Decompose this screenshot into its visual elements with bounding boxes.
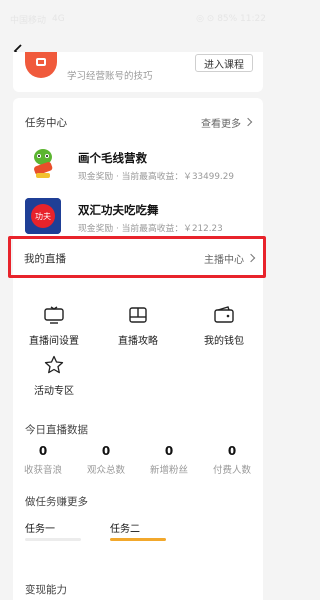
task-item[interactable]: 画个毛线营救 现金奖励 · 当前最高收益：￥33499.29 [25, 146, 251, 186]
chevron-right-icon [243, 117, 253, 127]
stat-value: 0 [101, 444, 111, 458]
network-type: 4G [52, 14, 65, 24]
enter-course-button[interactable]: 进入课程 [195, 54, 253, 72]
task-tab-one[interactable]: 任务一 [25, 520, 55, 535]
stat-item: 0 新增粉丝 [139, 444, 199, 476]
stat-label: 观众总数 [86, 465, 125, 476]
my-live-title: 我的直播 [24, 252, 66, 265]
course-promo-card: 学习经营账号的技巧 进入课程 [13, 52, 263, 92]
anchor-center-label: 主播中心 [204, 254, 244, 266]
task-reward: 现金奖励 · 当前最高收益：￥33499.29 [78, 172, 234, 182]
stat-label: 新增粉丝 [149, 465, 188, 476]
view-more-label: 查看更多 [201, 118, 241, 130]
star-icon [43, 354, 65, 376]
anchor-center-link[interactable]: 主播中心 [204, 251, 256, 266]
today-stats-title: 今日直播数据 [25, 424, 88, 436]
task-center-title: 任务中心 [25, 116, 67, 129]
task-one-progress-bar [25, 538, 81, 541]
promo-text: 学习经营账号的技巧 [67, 71, 153, 82]
status-left: 中国移动 4G [10, 13, 65, 26]
carrier-text: 中国移动 [10, 15, 47, 26]
stat-label: 付费人数 [212, 465, 251, 476]
course-icon [25, 52, 57, 78]
live-settings-icon [43, 304, 65, 326]
status-bar: 中国移动 4G ◎ ⊙ 85% 11:22 [0, 0, 276, 38]
earn-more-title: 做任务赚更多 [25, 496, 88, 508]
view-more-link[interactable]: 查看更多 [201, 115, 253, 130]
monetize-title: 变现能力 [25, 584, 67, 596]
task-tab-two[interactable]: 任务二 [110, 520, 140, 535]
task-center-header: 任务中心 查看更多 [25, 112, 253, 132]
status-icons: ◎ ⊙ 85% 11:22 [196, 14, 266, 24]
stat-item: 0 付费人数 [202, 444, 262, 476]
stat-value: 0 [227, 444, 237, 458]
wallet-icon [213, 304, 235, 326]
grid-item-guide[interactable]: 直播攻略 [98, 304, 178, 347]
monetize-card: 变现能力 [13, 568, 263, 600]
task-item[interactable]: 功夫 双汇功夫吃吃舞 现金奖励 · 当前最高收益：￥212.23 [25, 198, 251, 238]
stat-item: 0 收获音浪 [13, 444, 73, 476]
game-thumbnail-icon: 功夫 [25, 198, 61, 234]
grid-label: 直播间设置 [29, 336, 79, 347]
task-reward: 现金奖励 · 当前最高收益：￥212.23 [78, 224, 223, 234]
chevron-right-icon [246, 253, 256, 263]
grid-label: 我的钱包 [204, 336, 244, 347]
task-two-progress-bar [110, 538, 166, 541]
task-title: 双汇功夫吃吃舞 [78, 203, 159, 217]
my-live-header[interactable]: 我的直播 主播中心 [24, 248, 256, 268]
guide-book-icon [127, 304, 149, 326]
task-title: 画个毛线营救 [78, 151, 147, 165]
status-right: ◎ ⊙ 85% 11:22 [196, 14, 266, 24]
stat-value: 0 [38, 444, 48, 458]
svg-text:功夫: 功夫 [35, 211, 51, 221]
stat-value: 0 [164, 444, 174, 458]
stat-label: 收获音浪 [23, 465, 62, 476]
grid-item-activity[interactable]: 活动专区 [14, 354, 94, 397]
grid-item-wallet[interactable]: 我的钱包 [184, 304, 264, 347]
game-thumbnail-icon [25, 146, 61, 182]
stat-item: 0 观众总数 [76, 444, 136, 476]
grid-item-live-settings[interactable]: 直播间设置 [14, 304, 94, 347]
grid-label: 直播攻略 [118, 336, 158, 347]
grid-label: 活动专区 [34, 386, 74, 397]
